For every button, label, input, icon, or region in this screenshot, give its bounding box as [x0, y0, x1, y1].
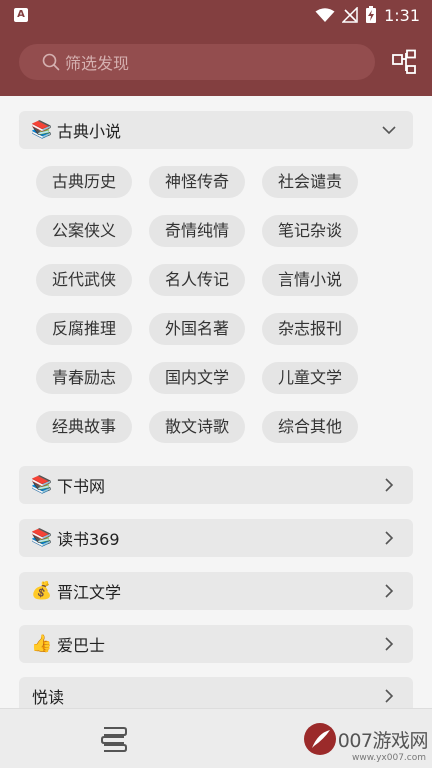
chevron-right-icon	[385, 478, 394, 492]
wifi-icon	[315, 8, 335, 22]
chip[interactable]: 经典故事	[36, 411, 132, 443]
books-icon: 📚	[31, 120, 53, 140]
thumbs-up-icon: 👍	[31, 634, 53, 654]
bookshelf-icon[interactable]	[98, 723, 130, 755]
source-dushu369[interactable]: 📚 读书369	[19, 519, 413, 557]
chip[interactable]: 笔记杂谈	[262, 215, 358, 247]
category-label: 古典小说	[57, 122, 122, 141]
status-bar: A 1:31	[0, 0, 432, 30]
books-icon: 📚	[31, 528, 53, 548]
watermark-logo-icon	[303, 723, 336, 755]
chip[interactable]: 儿童文学	[262, 362, 358, 394]
chevron-right-icon	[385, 584, 394, 598]
chip[interactable]: 国内文学	[149, 362, 245, 394]
app-notification-icon: A	[14, 8, 28, 22]
battery-charging-icon	[366, 6, 377, 23]
chevron-right-icon	[385, 637, 394, 651]
search-input[interactable]: 筛选发现	[19, 44, 375, 80]
status-right: 1:31	[315, 5, 420, 25]
status-time: 1:31	[384, 5, 420, 25]
source-xiashuwang[interactable]: 📚 下书网	[19, 466, 413, 504]
chip[interactable]: 综合其他	[262, 411, 358, 443]
chip[interactable]: 社会谴责	[262, 166, 358, 198]
chip[interactable]: 青春励志	[36, 362, 132, 394]
watermark-url: www.yx007.com	[351, 753, 426, 763]
source-label: 晋江文学	[57, 583, 122, 602]
category-classic-novels[interactable]: 📚 古典小说	[19, 111, 413, 149]
header: A 1:31 筛选发现	[0, 0, 432, 96]
chevron-right-icon	[385, 689, 394, 703]
search-placeholder: 筛选发现	[65, 54, 130, 73]
source-jinjiang[interactable]: 💰 晋江文学	[19, 572, 413, 610]
no-signal-icon	[342, 7, 358, 23]
chip[interactable]: 反腐推理	[36, 313, 132, 345]
chip[interactable]: 散文诗歌	[149, 411, 245, 443]
chevron-down-icon[interactable]	[381, 122, 397, 138]
chevron-right-icon	[385, 531, 394, 545]
chip[interactable]: 言情小说	[262, 264, 358, 296]
source-label: 悦读	[32, 688, 65, 707]
source-aibashi[interactable]: 👍 爱巴士	[19, 625, 413, 663]
chip[interactable]: 外国名著	[149, 313, 245, 345]
chip[interactable]: 古典历史	[36, 166, 132, 198]
chip[interactable]: 奇情纯情	[149, 215, 245, 247]
source-label: 读书369	[57, 530, 120, 549]
source-label: 下书网	[57, 477, 106, 496]
bottom-navigation: 007游戏网 www.yx007.com	[0, 708, 432, 768]
source-label: 爱巴士	[57, 636, 106, 655]
chip[interactable]: 名人传记	[149, 264, 245, 296]
chip[interactable]: 神怪传奇	[149, 166, 245, 198]
books-icon: 📚	[31, 475, 53, 495]
search-icon	[42, 53, 60, 71]
chip[interactable]: 近代武侠	[36, 264, 132, 296]
layout-grid-icon[interactable]	[390, 49, 418, 77]
chip[interactable]: 杂志报刊	[262, 313, 358, 345]
money-bag-icon: 💰	[31, 581, 53, 601]
chip[interactable]: 公案侠义	[36, 215, 132, 247]
watermark-text: 007游戏网	[337, 729, 429, 752]
